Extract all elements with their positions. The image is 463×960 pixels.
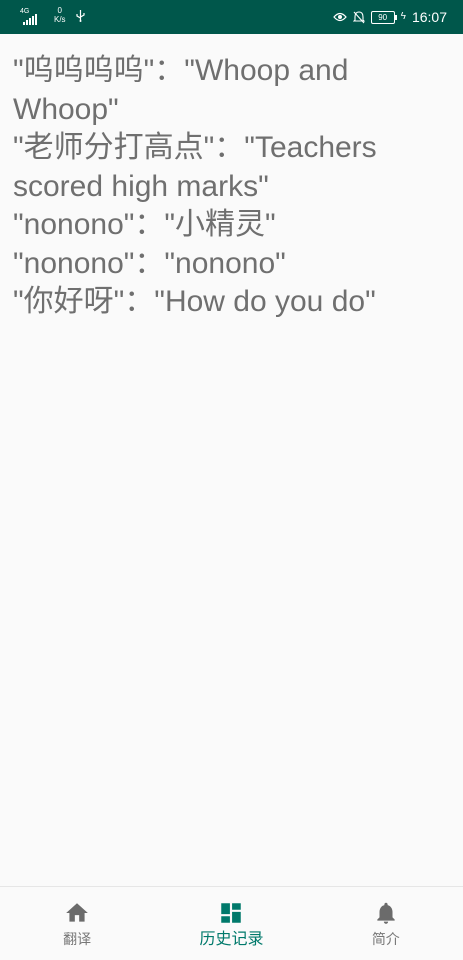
home-icon xyxy=(66,903,88,922)
nav-label-translate: 翻译 xyxy=(63,932,92,948)
app-screen: 4G 0 K/s 90 ϟ 16:07 "呜呜呜呜"："Whoop and Wh… xyxy=(0,0,463,960)
usb-icon xyxy=(75,10,85,22)
speed-value: 0 xyxy=(57,6,62,15)
nav-item-about[interactable]: 简介 xyxy=(309,887,463,960)
status-right-group: 90 ϟ 16:07 xyxy=(332,8,447,26)
speed-unit: K/s xyxy=(54,15,66,24)
eye-comfort-icon xyxy=(332,12,347,22)
status-time: 16:07 xyxy=(411,9,447,25)
nav-item-history[interactable]: 历史记录 xyxy=(154,887,308,960)
dashboard-icon xyxy=(221,903,242,923)
battery-level: 90 xyxy=(378,12,388,22)
nav-item-translate[interactable]: 翻译 xyxy=(0,887,154,960)
network-speed: 0 K/s xyxy=(54,6,66,24)
history-entry: "呜呜呜呜"："Whoop and Whoop" xyxy=(13,54,349,126)
bottom-navigation: 翻译 历史记录 简介 xyxy=(0,886,463,960)
history-entry: "nonono"："nonono" xyxy=(13,246,286,280)
battery-icon: 90 xyxy=(370,10,397,24)
charging-icon: ϟ xyxy=(400,11,406,22)
status-left-group: 4G 0 K/s xyxy=(20,6,85,30)
bell-icon xyxy=(377,902,395,924)
history-entry: "老师分打高点"："Teachers scored high marks" xyxy=(13,131,377,203)
nav-label-about: 简介 xyxy=(371,932,400,948)
status-bar: 4G 0 K/s 90 ϟ 16:07 xyxy=(0,0,463,34)
mute-bell-icon xyxy=(352,10,365,23)
signal-icon: 4G xyxy=(20,6,44,26)
history-list: "呜呜呜呜"："Whoop and Whoop" "老师分打高点"："Teach… xyxy=(13,52,453,322)
nav-label-history: 历史记录 xyxy=(199,929,264,948)
history-entry: "nonono"："小精灵" xyxy=(13,208,276,241)
history-entry: "你好呀"："How do you do" xyxy=(13,285,376,318)
